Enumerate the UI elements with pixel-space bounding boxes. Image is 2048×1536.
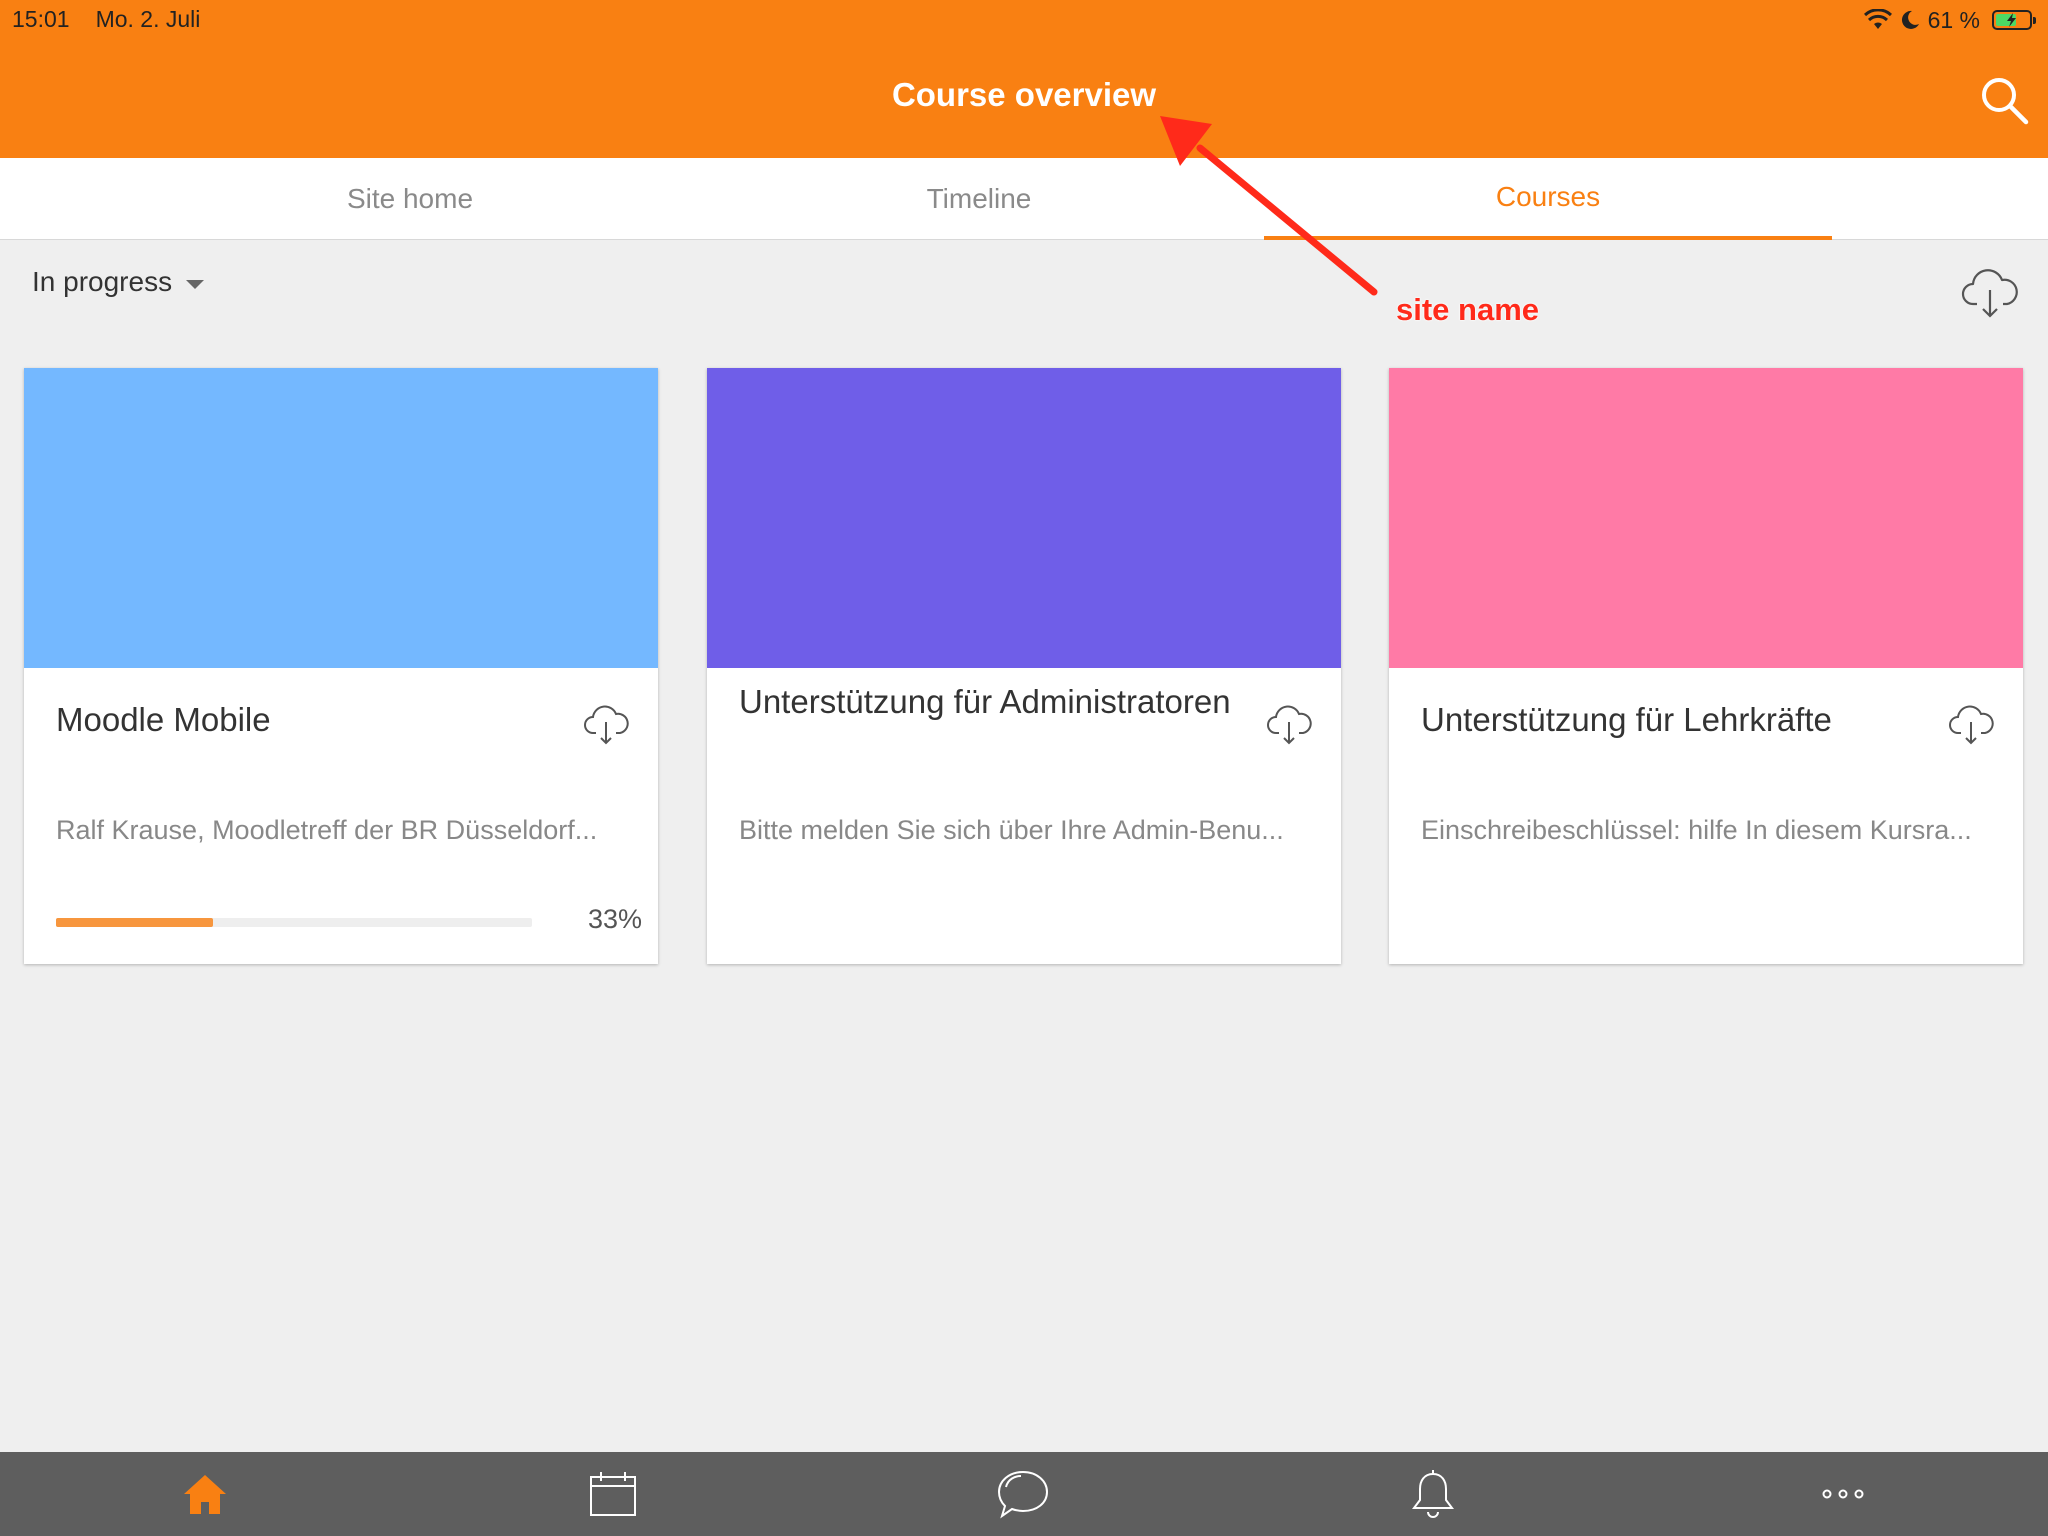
messages-icon bbox=[997, 1470, 1049, 1519]
calendar-icon bbox=[590, 1472, 636, 1516]
status-bar-left: 15:01 Mo. 2. Juli bbox=[12, 6, 200, 34]
battery-percent: 61 % bbox=[1927, 6, 1980, 33]
annotation-label: site name bbox=[1396, 292, 1540, 327]
course-progress-bar bbox=[56, 918, 532, 927]
course-image bbox=[707, 368, 1341, 668]
page-title: Course overview bbox=[891, 76, 1157, 113]
bottom-tab-calendar[interactable] bbox=[408, 1452, 818, 1536]
bottom-tab-bar bbox=[0, 1452, 2048, 1536]
course-progress-label: 33% bbox=[587, 904, 642, 934]
course-title: Unterstützung für Lehrkräfte bbox=[1421, 701, 1832, 738]
course-download-icon[interactable] bbox=[582, 704, 630, 746]
course-summary: Ralf Krause, Moodletreff der BR Düsseldo… bbox=[56, 815, 598, 845]
course-image bbox=[1389, 368, 2023, 668]
course-image bbox=[24, 368, 658, 668]
tab-bar: Site home Timeline Courses bbox=[0, 158, 2048, 240]
search-icon[interactable] bbox=[1978, 74, 2030, 126]
course-title: Unterstützung für Administratoren bbox=[739, 683, 1231, 720]
course-card-administratoren[interactable]: Unterstützung für Administratoren Bitte … bbox=[707, 368, 1341, 964]
cloud-download-icon[interactable] bbox=[1960, 268, 2020, 320]
bottom-tab-home[interactable] bbox=[0, 1452, 410, 1536]
more-icon bbox=[1822, 1489, 1864, 1499]
bottom-tab-notifications[interactable] bbox=[1228, 1452, 1638, 1536]
status-date: Mo. 2. Juli bbox=[95, 6, 201, 32]
course-title: Moodle Mobile bbox=[56, 701, 271, 738]
home-icon bbox=[184, 1475, 226, 1514]
course-download-icon[interactable] bbox=[1947, 704, 1995, 746]
app-header: 15:01 Mo. 2. Juli 61 % Course overview bbox=[0, 0, 2048, 158]
bottom-tab-messages[interactable] bbox=[818, 1452, 1228, 1536]
status-time: 15:01 bbox=[12, 6, 70, 32]
course-summary: Einschreibeschlüssel: hilfe In diesem Ku… bbox=[1421, 815, 1972, 845]
caret-down-icon bbox=[186, 279, 205, 289]
course-card-moodle-mobile[interactable]: Moodle Mobile Ralf Krause, Moodletreff d… bbox=[24, 368, 658, 964]
wifi-icon bbox=[1863, 9, 1892, 29]
tab-timeline[interactable]: Timeline bbox=[695, 158, 1263, 240]
charging-icon bbox=[2007, 13, 2016, 27]
notifications-icon bbox=[1412, 1470, 1454, 1518]
course-card-lehrkraefte[interactable]: Unterstützung für Lehrkräfte Einschreibe… bbox=[1389, 368, 2023, 964]
status-bar-right: 61 % bbox=[1863, 6, 2036, 34]
course-summary: Bitte melden Sie sich über Ihre Admin-Be… bbox=[739, 815, 1284, 845]
bottom-tab-more[interactable] bbox=[1638, 1452, 2048, 1536]
tab-site-home[interactable]: Site home bbox=[126, 158, 694, 240]
battery-icon bbox=[1992, 10, 2036, 30]
tab-courses[interactable]: Courses bbox=[1264, 158, 1832, 240]
course-filter-value: In progress bbox=[32, 266, 173, 297]
course-download-icon[interactable] bbox=[1265, 704, 1313, 746]
moon-icon bbox=[1901, 10, 1919, 29]
course-filter-select[interactable]: In progress bbox=[32, 266, 205, 298]
course-progress-fill bbox=[56, 918, 214, 927]
